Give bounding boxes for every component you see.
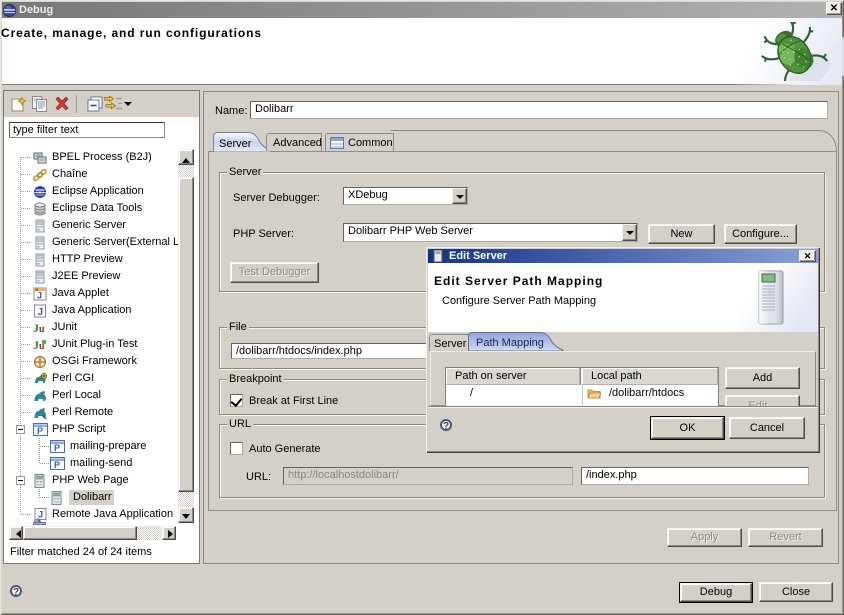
svg-text:J: J: [38, 510, 43, 520]
svg-text:J: J: [37, 291, 42, 301]
svg-text:u: u: [39, 324, 45, 335]
svg-text:P: P: [37, 426, 43, 436]
svg-text:P: P: [54, 460, 60, 470]
svg-text:P: P: [54, 443, 60, 453]
svg-text:J: J: [38, 307, 44, 318]
